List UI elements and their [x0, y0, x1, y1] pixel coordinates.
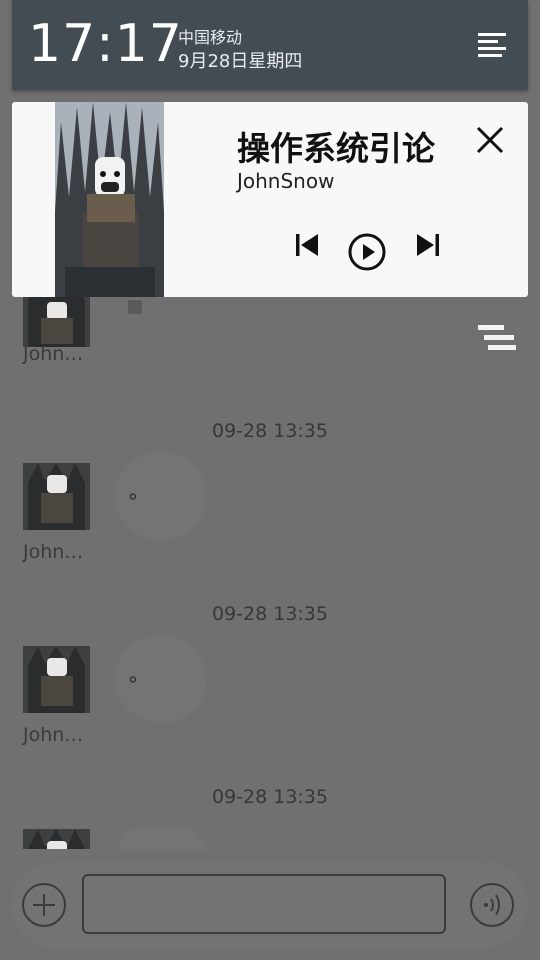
- song-title: 操作系统引论: [237, 129, 435, 168]
- voice-icon: [484, 894, 500, 916]
- close-icon: [476, 126, 504, 154]
- notification-header: 17:17 中国移动 9月28日星期四: [12, 0, 528, 90]
- sender-name: John…: [23, 541, 84, 563]
- chat-message: [23, 829, 513, 849]
- album-art: [55, 102, 164, 297]
- artist-name: JohnSnow: [237, 169, 335, 193]
- clock: 17:17: [28, 14, 183, 74]
- settings-menu-icon[interactable]: [478, 33, 506, 57]
- date: 9月28日星期四: [178, 51, 303, 72]
- skip-next-icon: [417, 234, 439, 256]
- music-notification[interactable]: 操作系统引论 JohnSnow: [12, 102, 528, 297]
- close-button[interactable]: [474, 124, 506, 156]
- emoji-icon: [128, 300, 142, 314]
- sender-name: John…: [23, 724, 84, 746]
- timestamp: 09-28 13:35: [211, 420, 328, 442]
- play-button[interactable]: [348, 233, 386, 275]
- avatar[interactable]: [23, 829, 90, 849]
- add-button[interactable]: [22, 883, 66, 927]
- play-icon: [348, 233, 386, 271]
- message-input[interactable]: [82, 874, 446, 934]
- timestamp: 09-28 13:35: [211, 603, 328, 625]
- menu-icon[interactable]: [478, 325, 516, 353]
- message-bubble[interactable]: [115, 829, 207, 849]
- carrier-name: 中国移动: [178, 28, 243, 47]
- message-text: 。: [129, 662, 149, 686]
- voice-button[interactable]: [470, 883, 514, 927]
- timestamp: 09-28 13:35: [211, 786, 328, 808]
- avatar[interactable]: [23, 646, 90, 713]
- message-input-bar: [12, 862, 528, 948]
- previous-button[interactable]: [294, 232, 320, 262]
- next-button[interactable]: [415, 232, 441, 262]
- sender-name: John…: [23, 343, 84, 365]
- skip-previous-icon: [296, 234, 318, 256]
- plus-icon: [33, 894, 55, 916]
- message-text: 。: [129, 479, 149, 503]
- avatar[interactable]: [23, 463, 90, 530]
